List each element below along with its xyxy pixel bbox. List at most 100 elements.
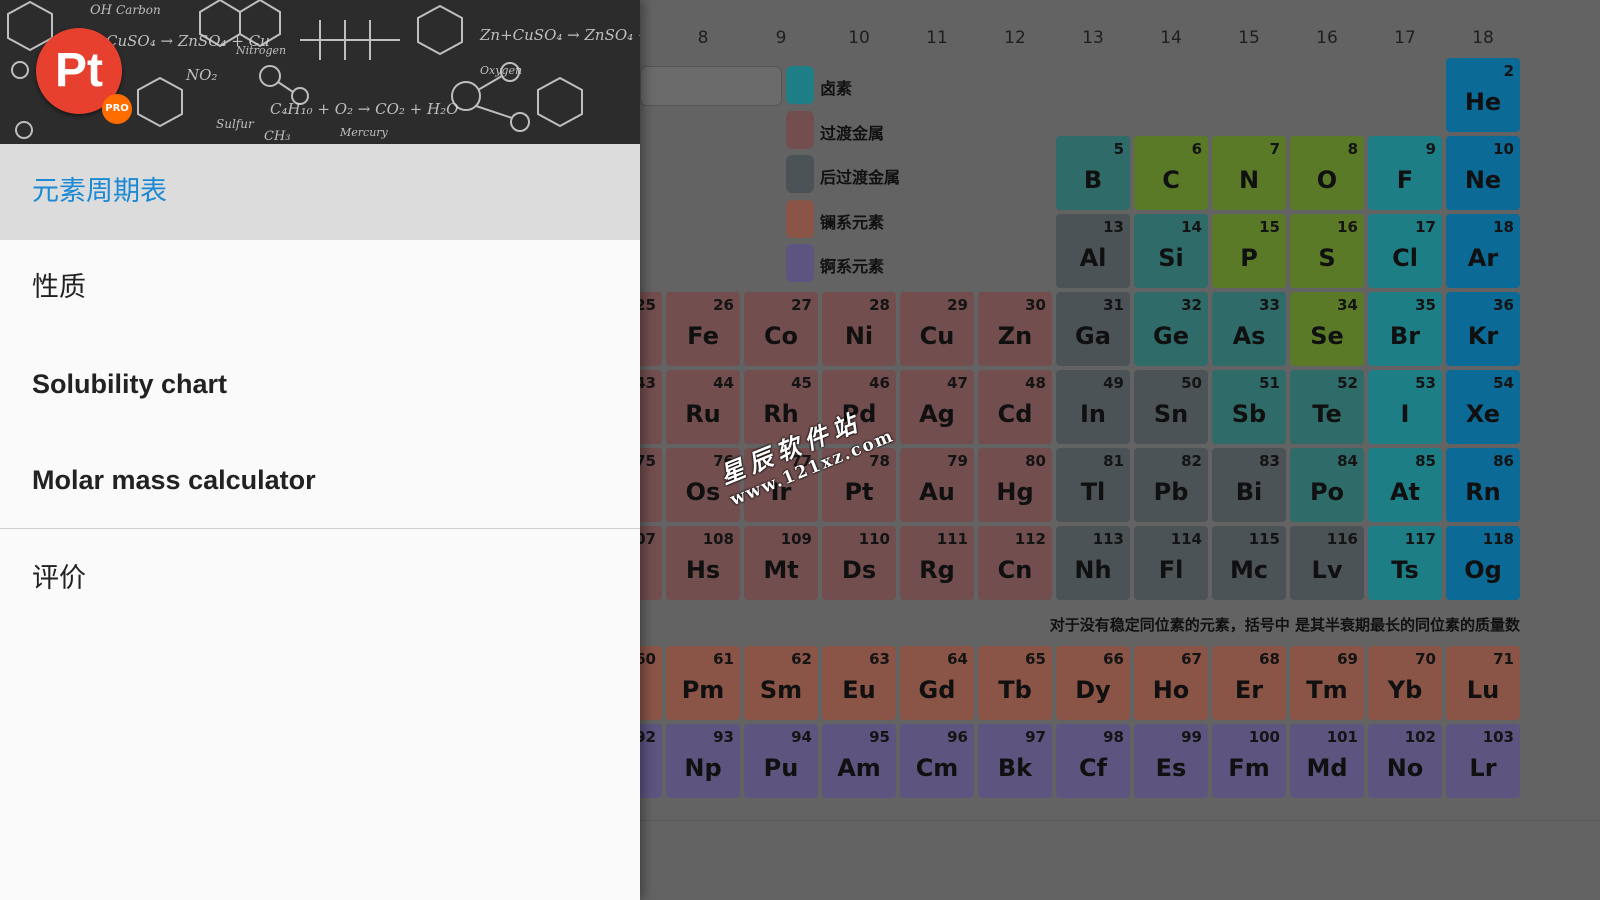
menu-item-properties[interactable]: 性质 — [0, 240, 640, 336]
element-cell-c[interactable]: 6C — [1134, 136, 1208, 210]
atomic-number: 48 — [1025, 374, 1046, 392]
element-cell-te[interactable]: 52 Te — [1290, 370, 1364, 444]
element-cell-ag[interactable]: 47 Ag — [900, 370, 974, 444]
atomic-number: 83 — [1259, 452, 1280, 470]
element-cell-ts[interactable]: 117 Ts — [1368, 526, 1442, 600]
element-cell-gd[interactable]: 64 Gd — [900, 646, 974, 720]
element-cell-rn[interactable]: 86 Rn — [1446, 448, 1520, 522]
element-cell-yb[interactable]: 70 Yb — [1368, 646, 1442, 720]
atomic-number: 27 — [791, 296, 812, 314]
element-cell-o[interactable]: 8O — [1290, 136, 1364, 210]
element-cell-hg[interactable]: 80 Hg — [978, 448, 1052, 522]
element-cell-tm[interactable]: 69 Tm — [1290, 646, 1364, 720]
element-cell-ru[interactable]: 44 Ru — [666, 370, 740, 444]
element-cell-pb[interactable]: 82 Pb — [1134, 448, 1208, 522]
element-cell-s[interactable]: 16 S — [1290, 214, 1364, 288]
element-cell-sn[interactable]: 50 Sn — [1134, 370, 1208, 444]
element-cell-dy[interactable]: 66 Dy — [1056, 646, 1130, 720]
atomic-number: 29 — [947, 296, 968, 314]
element-cell-lv[interactable]: 116 Lv — [1290, 526, 1364, 600]
menu-item-molar-mass-calculator[interactable]: Molar mass calculator — [0, 432, 640, 528]
element-cell-ga[interactable]: 31 Ga — [1056, 292, 1130, 366]
element-cell-xe[interactable]: 54 Xe — [1446, 370, 1520, 444]
element-cell-ho[interactable]: 67 Ho — [1134, 646, 1208, 720]
element-cell-mc[interactable]: 115 Mc — [1212, 526, 1286, 600]
element-cell-lu[interactable]: 71 Lu — [1446, 646, 1520, 720]
element-cell-bk[interactable]: 97 Bk — [978, 724, 1052, 798]
element-cell-ne[interactable]: 10 Ne — [1446, 136, 1520, 210]
element-symbol: Co — [763, 322, 799, 350]
element-cell-am[interactable]: 95 Am — [822, 724, 896, 798]
element-cell-es[interactable]: 99 Es — [1134, 724, 1208, 798]
menu-item-periodic-table[interactable]: 元素周期表 — [0, 144, 640, 240]
element-cell-in[interactable]: 49 In — [1056, 370, 1130, 444]
element-cell-fe[interactable]: 26 Fe — [666, 292, 740, 366]
element-cell-tb[interactable]: 65 Tb — [978, 646, 1052, 720]
element-cell-cu[interactable]: 29 Cu — [900, 292, 974, 366]
atomic-number: 67 — [1181, 650, 1202, 668]
element-cell-zn[interactable]: 30 Zn — [978, 292, 1052, 366]
element-cell-he[interactable]: 2 He — [1446, 58, 1520, 132]
element-symbol: S — [1318, 244, 1336, 272]
element-cell-cm[interactable]: 96 Cm — [900, 724, 974, 798]
element-cell-at[interactable]: 85 At — [1368, 448, 1442, 522]
element-cell-no[interactable]: 102 No — [1368, 724, 1442, 798]
element-cell-po[interactable]: 84 Po — [1290, 448, 1364, 522]
legend-label: 镧系元素 — [820, 212, 885, 232]
element-cell-lr[interactable]: 103 Lr — [1446, 724, 1520, 798]
element-cell-ge[interactable]: 32 Ge — [1134, 292, 1208, 366]
element-cell-si[interactable]: 14 Si — [1134, 214, 1208, 288]
element-cell-kr[interactable]: 36 Kr — [1446, 292, 1520, 366]
element-cell-eu[interactable]: 63 Eu — [822, 646, 896, 720]
element-cell-og[interactable]: 118 Og — [1446, 526, 1520, 600]
element-symbol: Zn — [997, 322, 1033, 350]
element-cell-cl[interactable]: 17 Cl — [1368, 214, 1442, 288]
element-cell-pu[interactable]: 94 Pu — [744, 724, 818, 798]
element-cell-n[interactable]: 7N — [1212, 136, 1286, 210]
element-cell-bi[interactable]: 83 Bi — [1212, 448, 1286, 522]
element-cell-er[interactable]: 68 Er — [1212, 646, 1286, 720]
element-cell-br[interactable]: 35 Br — [1368, 292, 1442, 366]
element-cell-ar[interactable]: 18 Ar — [1446, 214, 1520, 288]
element-cell-nh[interactable]: 113 Nh — [1056, 526, 1130, 600]
element-cell-ni[interactable]: 28 Ni — [822, 292, 896, 366]
element-cell-se[interactable]: 34 Se — [1290, 292, 1364, 366]
element-cell-ds[interactable]: 110 Ds — [822, 526, 896, 600]
search-field[interactable] — [640, 66, 782, 106]
element-cell-np[interactable]: 93 Np — [666, 724, 740, 798]
element-cell-f[interactable]: 9F — [1368, 136, 1442, 210]
menu-item-rate[interactable]: 评价 — [0, 531, 640, 627]
atomic-number: 26 — [713, 296, 734, 314]
element-cell-i[interactable]: 53 I — [1368, 370, 1442, 444]
element-cell-cf[interactable]: 98 Cf — [1056, 724, 1130, 798]
element-symbol: Ni — [844, 322, 874, 350]
doodle-word-mercury: Mercury — [339, 126, 389, 139]
element-cell-cd[interactable]: 48 Cd — [978, 370, 1052, 444]
element-cell-fl[interactable]: 114 Fl — [1134, 526, 1208, 600]
element-cell-rg[interactable]: 111 Rg — [900, 526, 974, 600]
element-symbol: Kr — [1467, 322, 1499, 350]
atomic-number: 109 — [780, 530, 812, 548]
atomic-number: 13 — [1103, 218, 1124, 236]
element-cell-p[interactable]: 15 P — [1212, 214, 1286, 288]
legend-label: 过渡金属 — [820, 123, 885, 143]
element-cell-au[interactable]: 79 Au — [900, 448, 974, 522]
element-cell-md[interactable]: 101 Md — [1290, 724, 1364, 798]
element-cell-pm[interactable]: 61 Pm — [666, 646, 740, 720]
element-cell-b[interactable]: 5B — [1056, 136, 1130, 210]
element-symbol: B — [1083, 166, 1103, 194]
element-cell-hs[interactable]: 108 Hs — [666, 526, 740, 600]
element-cell-tl[interactable]: 81 Tl — [1056, 448, 1130, 522]
element-cell-mt[interactable]: 109 Mt — [744, 526, 818, 600]
element-cell-sb[interactable]: 51 Sb — [1212, 370, 1286, 444]
menu-item-solubility-chart[interactable]: Solubility chart — [0, 336, 640, 432]
element-symbol: Rn — [1465, 478, 1501, 506]
atomic-number: 52 — [1337, 374, 1358, 392]
element-cell-fm[interactable]: 100 Fm — [1212, 724, 1286, 798]
element-cell-as[interactable]: 33 As — [1212, 292, 1286, 366]
element-cell-al[interactable]: 13 Al — [1056, 214, 1130, 288]
element-cell-co[interactable]: 27 Co — [744, 292, 818, 366]
element-cell-cn[interactable]: 112 Cn — [978, 526, 1052, 600]
element-symbol: Al — [1079, 244, 1107, 272]
element-cell-sm[interactable]: 62 Sm — [744, 646, 818, 720]
